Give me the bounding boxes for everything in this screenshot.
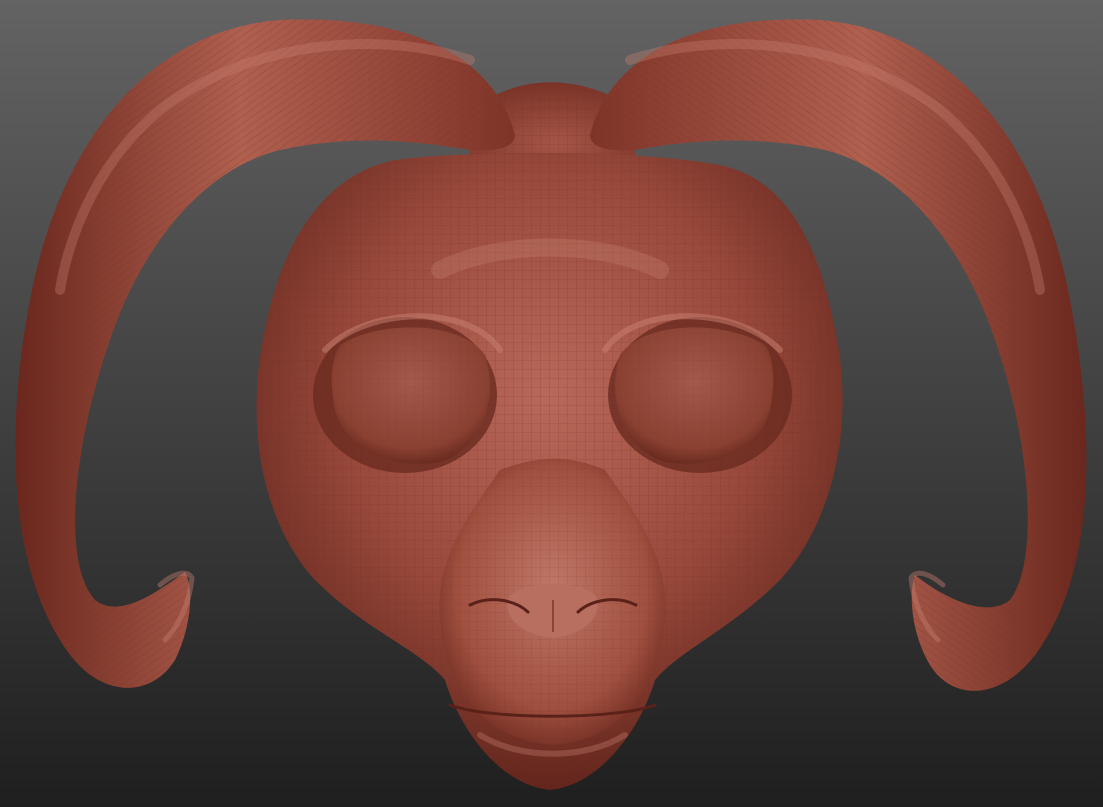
viewport-canvas[interactable]: [0, 0, 1103, 807]
sculpt-render: [0, 0, 1103, 807]
